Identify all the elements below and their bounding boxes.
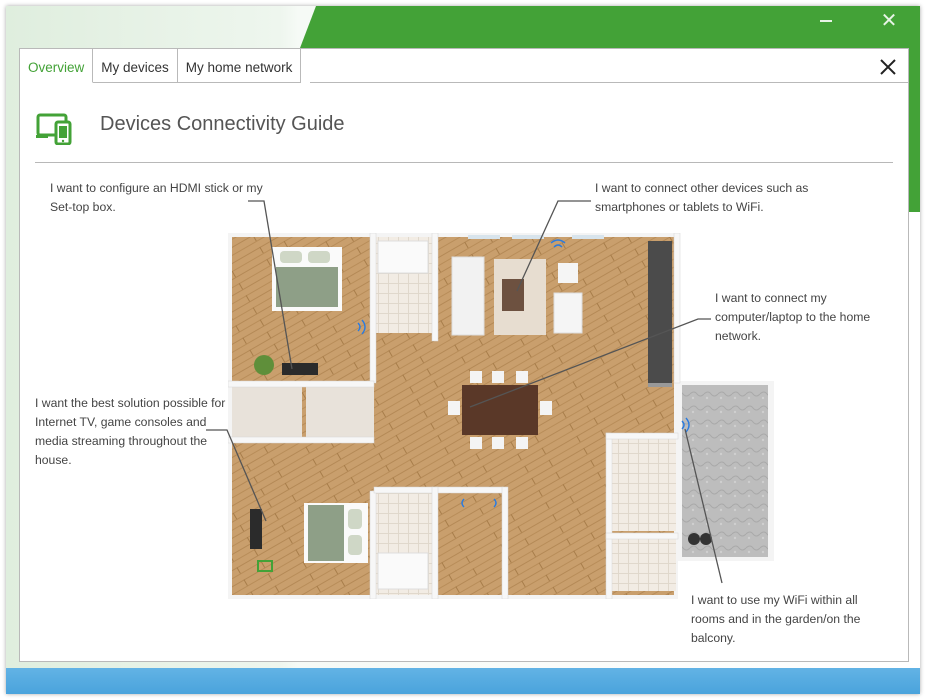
window-close-button[interactable]: ✕ — [875, 10, 903, 32]
tab-my-home-network[interactable]: My home network — [177, 49, 302, 83]
floor-plan-illustration — [228, 233, 774, 599]
frame-accent-right — [908, 48, 920, 212]
callout-internet-tv[interactable]: I want the best solution possible for In… — [35, 394, 235, 470]
close-x-icon — [880, 59, 896, 75]
tab-divider — [310, 82, 908, 83]
callout-smartphones[interactable]: I want to connect other devices such as … — [595, 179, 855, 217]
minimize-button[interactable] — [812, 10, 840, 32]
header-divider — [35, 162, 893, 163]
bottom-bar — [6, 668, 920, 694]
tab-bar: Overview My devices My home network — [20, 49, 302, 83]
dialog-close-button[interactable] — [874, 53, 902, 81]
callout-wifi-rooms[interactable]: I want to use my WiFi within all rooms a… — [691, 591, 891, 648]
callout-hdmi[interactable]: I want to configure an HDMI stick or my … — [50, 179, 280, 217]
guide-dialog: Overview My devices My home network Devi… — [19, 48, 909, 662]
tab-overview[interactable]: Overview — [20, 49, 94, 83]
minimize-icon — [820, 20, 832, 22]
tab-my-devices[interactable]: My devices — [93, 49, 178, 83]
page-title: Devices Connectivity Guide — [100, 113, 345, 135]
devices-icon — [36, 113, 72, 145]
